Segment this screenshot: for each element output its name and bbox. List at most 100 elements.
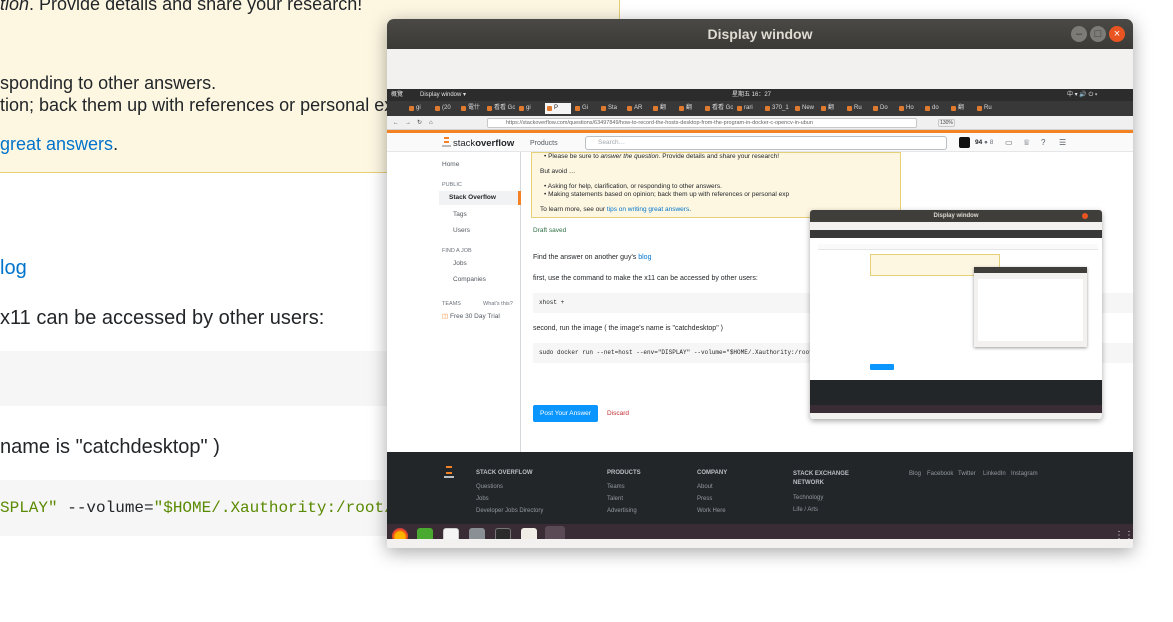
- rep-value: 94: [975, 139, 983, 146]
- bg-code-display: SPLAY": [0, 499, 58, 517]
- footer-col1-title: STACK OVERFLOW: [476, 470, 533, 476]
- footer-col3-item: Press: [697, 496, 713, 502]
- nested-display-window: Display window: [810, 210, 1102, 419]
- inner-so-header: stackoverflow Products Search… 94 ● 8 ▭ …: [387, 130, 1133, 152]
- find-answer-link: blog: [638, 254, 652, 261]
- inner-nav-bar: ← → ↻ ⌂ https://stackoverflow.com/questi…: [387, 116, 1133, 130]
- footer-col4-item: Life / Arts: [793, 507, 819, 513]
- inner-avatar: [959, 137, 970, 148]
- firefox-icon: [392, 528, 408, 539]
- inner-footer: STACK OVERFLOW Questions Jobs Developer …: [387, 452, 1133, 524]
- captured-desktop: 概覽 Display window ▾ 星期五 16：27 中 ▾ 🔊 ⏻ ▾ …: [387, 89, 1133, 539]
- bg-code-volume: --volume=: [57, 499, 154, 517]
- inner-post-answer-button: Post Your Answer: [533, 405, 598, 422]
- inner-answer-notice: • Please be sure to answer the question.…: [531, 152, 901, 218]
- inner-tab: 370_1: [763, 103, 791, 114]
- maximize-icon[interactable]: □: [1090, 26, 1106, 42]
- inner-sidebar-stack-overflow: Stack Overflow: [439, 191, 521, 205]
- image-canvas: 概覽 Display window ▾ 星期五 16：27 中 ▾ 🔊 ⏻ ▾ …: [387, 49, 1133, 548]
- inner-left-sidebar: Home PUBLIC Stack Overflow Tags Users FI…: [387, 152, 521, 452]
- inner-sidebar-public: PUBLIC: [442, 182, 462, 188]
- inner-app-menu: Display window ▾: [420, 92, 467, 98]
- inner-tab: Ho: [897, 103, 921, 114]
- app-grid-icon: ⋮⋮: [1114, 530, 1133, 539]
- bg-guidance-em: tion: [0, 0, 30, 14]
- learn-pre: To learn more, see our: [540, 206, 607, 213]
- bullet2-text: Asking for help, clarification, or respo…: [547, 183, 722, 190]
- footer-col2-item: Teams: [607, 484, 625, 490]
- bg-guidance-line-1: tion. Provide details and share your res…: [0, 0, 362, 15]
- inner-clock: 星期五 16：27: [732, 92, 772, 98]
- find-answer-pre: Find the answer on another guy's: [533, 254, 639, 261]
- inner-sidebar-whats-this: What's this?: [483, 301, 513, 307]
- inner-home-icon: ⌂: [429, 120, 433, 126]
- inner-sidebar-companies: Companies: [453, 276, 486, 283]
- footer-logo-icon: [444, 464, 454, 478]
- inner-tab: (20: [433, 103, 457, 114]
- bg-guidance-rest: . Provide details and share your researc…: [29, 0, 363, 14]
- footer-col2-item: Talent: [607, 496, 624, 502]
- inner-tab: Do: [871, 103, 895, 114]
- nested-inner-body: [978, 279, 1083, 341]
- inner-sidebar-jobs: Jobs: [453, 260, 467, 267]
- inner-tab: New: [793, 103, 817, 114]
- bullet3-text: Making statements based on opinion; back…: [548, 191, 790, 198]
- stack-logo-bars: [444, 137, 449, 143]
- free-trial-label: Free 30 Day Trial: [449, 313, 500, 320]
- inner-reputation: 94 ● 8: [975, 139, 993, 146]
- inner-tab: 翻: [949, 103, 973, 114]
- bg-blog-link[interactable]: log: [0, 257, 27, 280]
- bullet1-post: . Provide details and share your researc…: [658, 153, 780, 160]
- bullet1-pre: Please be sure to: [548, 153, 601, 160]
- inner-activities: 概覽: [391, 92, 404, 98]
- inner-learn-more: To learn more, see our tips on writing g…: [540, 206, 691, 213]
- sidebar-so-label: Stack Overflow: [449, 194, 496, 201]
- nested-inner-window: [974, 267, 1087, 347]
- document-viewer-icon: [443, 528, 459, 539]
- inner-so-logo: stackoverflow: [442, 137, 514, 149]
- inner-tab: 電什: [459, 103, 483, 114]
- inner-url-bar: https://stackoverflow.com/questions/6349…: [487, 118, 917, 128]
- footer-col3-item: About: [697, 484, 713, 490]
- inner-tab: 翻: [819, 103, 843, 114]
- nested-close-icon: [1082, 213, 1088, 219]
- inner-zoom-level: 130%: [938, 119, 955, 127]
- footer-social-link: Instagram: [1011, 471, 1038, 477]
- qt-creator-icon: [417, 528, 433, 539]
- footer-logo-bars: [446, 466, 452, 474]
- nested-post-button: [870, 364, 894, 370]
- minimize-icon[interactable]: –: [1071, 26, 1087, 42]
- inner-tab-active: P: [545, 103, 571, 114]
- nested-inner-title-bar: [974, 267, 1087, 273]
- inner-second-run: second, run the image ( the image's name…: [533, 325, 723, 332]
- footer-col3-item: Work Here: [697, 508, 726, 514]
- learn-post: .: [689, 206, 692, 213]
- footer-col3-title: COMPANY: [697, 470, 728, 476]
- logo-bold: overflow: [475, 138, 515, 149]
- inner-tab: rari: [735, 103, 761, 114]
- bg-code-line: SPLAY" --volume="$HOME/.Xauthority:/root…: [0, 499, 451, 517]
- logo-plain: stack: [453, 138, 476, 149]
- inner-inbox-icon: ▭: [1005, 138, 1013, 147]
- inner-discard-link: Discard: [607, 410, 630, 417]
- window-title[interactable]: Display window: [387, 19, 1133, 49]
- close-icon[interactable]: ×: [1109, 26, 1125, 42]
- inner-find-answer: Find the answer on another guy's blog: [533, 254, 651, 261]
- bg-learn-more: great answers.: [0, 134, 118, 155]
- inner-status-area: 中 ▾ 🔊 ⏻ ▾: [1067, 92, 1098, 98]
- bg-code-block-1: [0, 351, 387, 406]
- footer-social-link: Blog: [909, 471, 922, 477]
- stack-logo-icon: [442, 137, 451, 147]
- files-icon: [469, 528, 485, 539]
- footer-col2-title: PRODUCTS: [607, 470, 641, 476]
- inner-sidebar-tags: Tags: [453, 211, 467, 218]
- inner-sidebar-home: Home: [442, 161, 460, 168]
- footer-col4-title: STACK EXCHANGE NETWORK: [793, 471, 849, 486]
- nested-footer: [810, 380, 1102, 405]
- inner-tab: Sta: [599, 103, 623, 114]
- inner-help-icon: ?: [1041, 138, 1046, 147]
- inner-tab: gi: [407, 103, 431, 114]
- terminal-icon: [495, 528, 511, 539]
- bg-avoid-line-1: sponding to other answers.: [0, 73, 217, 93]
- bg-great-answers-link[interactable]: great answers: [0, 134, 113, 154]
